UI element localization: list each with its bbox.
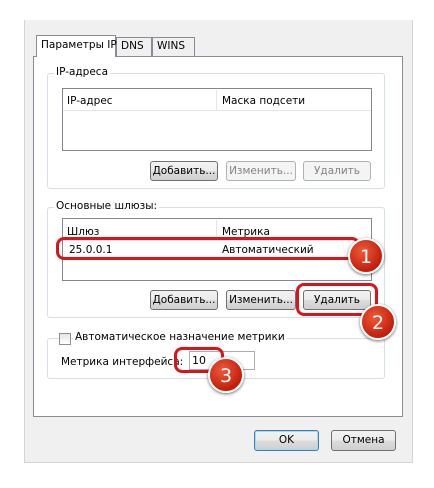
gateways-group-title: Основные шлюзы: (54, 200, 160, 212)
column-header-mask[interactable]: Маска подсети (222, 95, 305, 107)
column-header-ip[interactable]: IP-адрес (67, 95, 113, 107)
header-divider (63, 110, 371, 111)
tab-dns[interactable]: DNS (116, 37, 152, 56)
annotation-badge-3: 3 (208, 357, 244, 393)
annotation-badge-2: 2 (360, 304, 396, 340)
ip-addresses-group-title: IP-адреса (54, 66, 111, 78)
ok-button[interactable]: OK (254, 430, 319, 451)
auto-metric-checkbox[interactable] (59, 333, 71, 345)
interface-metric-label: Метрика интерфейса: (61, 356, 184, 368)
gateway-row-highlight (56, 237, 360, 260)
cancel-button[interactable]: Отмена (331, 430, 396, 451)
column-separator (216, 90, 217, 110)
tab-wins[interactable]: WINS (152, 37, 195, 56)
annotation-badge-1: 1 (348, 238, 384, 274)
ip-edit-button[interactable]: Изменить... (226, 161, 296, 181)
ip-delete-button[interactable]: Удалить (303, 161, 371, 181)
auto-metric-label[interactable]: Автоматическое назначение метрики (73, 331, 287, 343)
ip-add-button[interactable]: Добавить... (150, 161, 218, 181)
gateway-add-button[interactable]: Добавить... (150, 290, 218, 310)
tab-ip-settings[interactable]: Параметры IP (36, 35, 117, 57)
gateway-edit-button[interactable]: Изменить... (226, 290, 296, 310)
